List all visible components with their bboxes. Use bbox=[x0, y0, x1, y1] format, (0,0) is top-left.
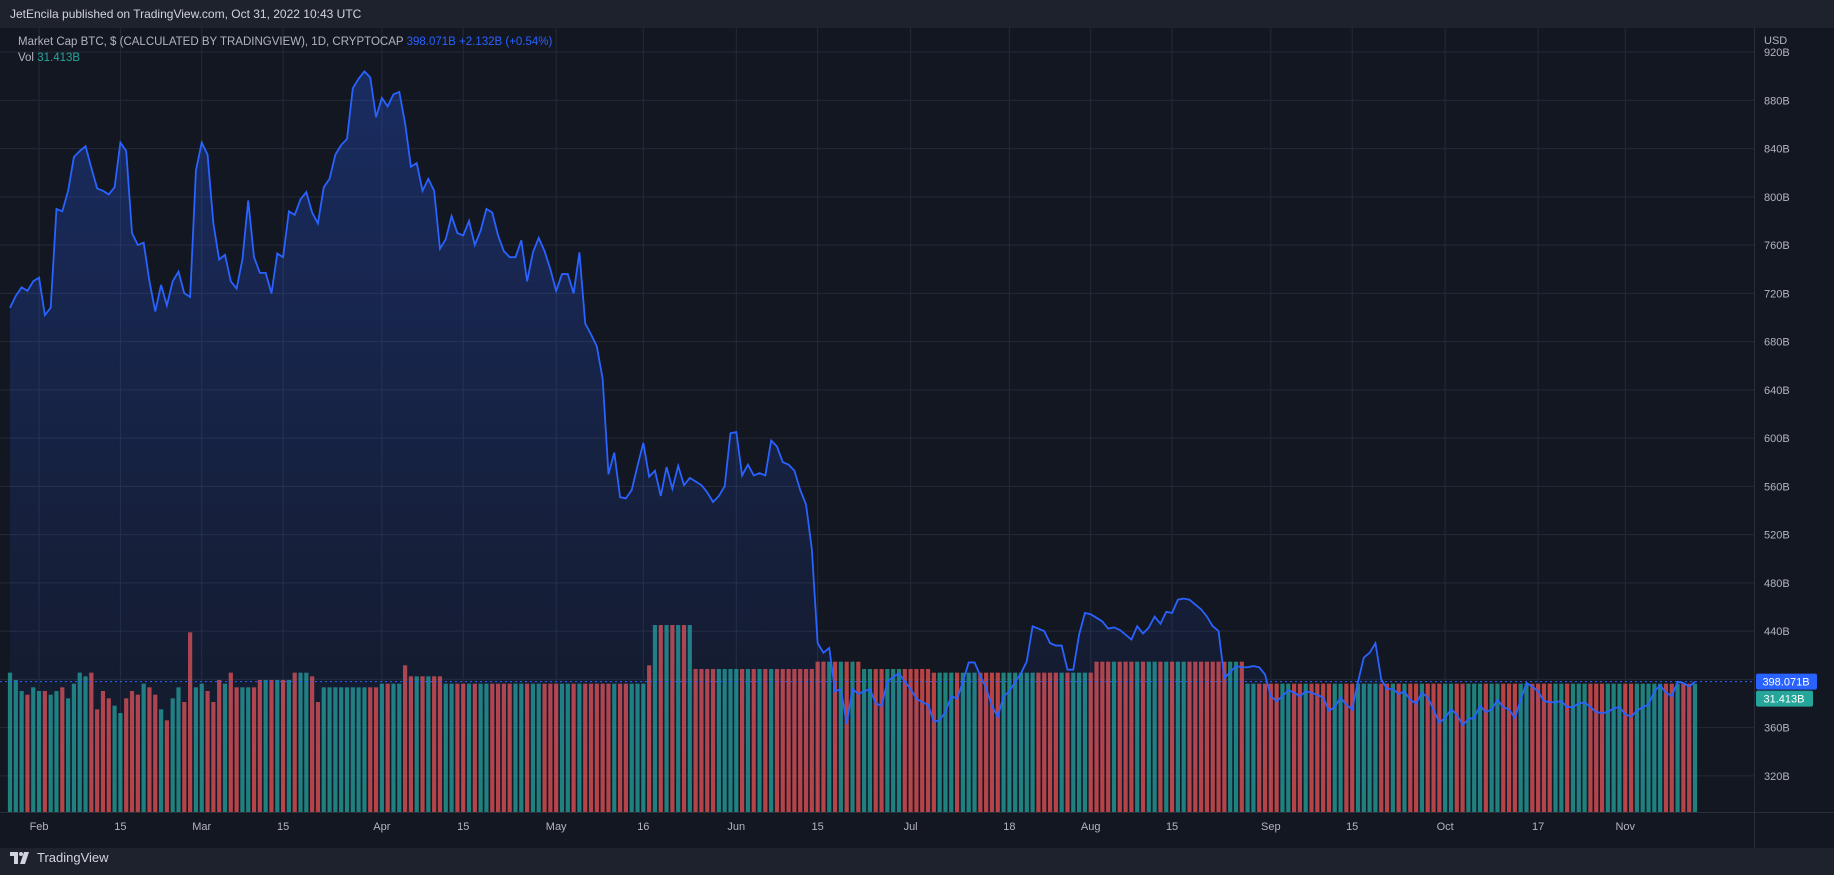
time-tick-label: Feb bbox=[30, 821, 49, 833]
legend-change: +2.132B (+0.54%) bbox=[459, 36, 553, 48]
last-price-label: 398.071B bbox=[1762, 677, 1809, 689]
tradingview-logo-icon bbox=[10, 851, 29, 864]
time-tick-label: 15 bbox=[812, 821, 824, 833]
chart-legend: Market Cap BTC, $ (CALCULATED BY TRADING… bbox=[18, 34, 552, 66]
symbol-name: Market Cap BTC, $ (CALCULATED BY TRADING… bbox=[18, 36, 404, 48]
time-tick-label: Jul bbox=[904, 821, 918, 833]
time-tick-label: Apr bbox=[373, 821, 390, 833]
legend-last-value: 398.071B bbox=[406, 36, 456, 48]
legend-main-row: Market Cap BTC, $ (CALCULATED BY TRADING… bbox=[18, 34, 552, 50]
price-tick-label: 800B bbox=[1764, 192, 1790, 204]
price-tick-label: 320B bbox=[1764, 771, 1790, 783]
time-tick-label: Aug bbox=[1081, 821, 1101, 833]
price-tick-label: 680B bbox=[1764, 337, 1790, 349]
price-volume-chart[interactable]: 320B360B400B440B480B520B560B600B640B680B… bbox=[0, 28, 1834, 848]
publisher-text: JetEncila published on TradingView.com, … bbox=[10, 7, 362, 21]
time-tick-label: 15 bbox=[457, 821, 469, 833]
price-tick-label: 560B bbox=[1764, 481, 1790, 493]
price-tick-label: 440B bbox=[1764, 626, 1790, 638]
last-price-tag: 398.071B bbox=[1756, 673, 1817, 690]
currency-label: USD bbox=[1764, 35, 1787, 47]
price-tick-label: 840B bbox=[1764, 144, 1790, 156]
legend-volume-row: Vol 31.413B bbox=[18, 50, 552, 66]
price-tick-label: 920B bbox=[1764, 47, 1790, 59]
price-tick-label: 880B bbox=[1764, 95, 1790, 107]
price-tick-label: 760B bbox=[1764, 240, 1790, 252]
time-axis: Feb 15 Mar 15 Apr 15 May 16 Jun 15 Jul 18 Aug 15 Sep 15… bbox=[30, 821, 1636, 833]
time-tick-label: 15 bbox=[1346, 821, 1358, 833]
legend-volume-value: 31.413B bbox=[37, 52, 81, 64]
time-tick-label: 15 bbox=[114, 821, 126, 833]
time-tick-label: May bbox=[546, 821, 567, 833]
price-axis: 320B360B400B440B480B520B560B600B640B680B… bbox=[1764, 47, 1790, 783]
time-tick-label: Nov bbox=[1615, 821, 1635, 833]
price-axis-separator bbox=[1754, 28, 1755, 848]
price-tick-label: 520B bbox=[1764, 530, 1790, 542]
time-tick-label: Mar bbox=[192, 821, 211, 833]
price-tick-label: 480B bbox=[1764, 578, 1790, 590]
time-tick-label: 15 bbox=[277, 821, 289, 833]
time-tick-label: Oct bbox=[1437, 821, 1454, 833]
chart-pane[interactable]: 320B360B400B440B480B520B560B600B640B680B… bbox=[0, 28, 1834, 848]
time-tick-label: 15 bbox=[1166, 821, 1178, 833]
price-tick-label: 720B bbox=[1764, 288, 1790, 300]
time-tick-label: 18 bbox=[1003, 821, 1015, 833]
time-axis-separator bbox=[0, 812, 1834, 813]
volume-label: Vol bbox=[18, 52, 34, 64]
time-tick-label: 16 bbox=[637, 821, 649, 833]
price-tick-label: 640B bbox=[1764, 385, 1790, 397]
market-cap-area bbox=[10, 71, 1695, 813]
last-volume-label: 31.413B bbox=[1764, 694, 1805, 706]
brand-name: TradingView bbox=[37, 850, 109, 865]
time-tick-label: Jun bbox=[727, 821, 745, 833]
time-tick-label: 17 bbox=[1532, 821, 1544, 833]
footer-bar bbox=[0, 848, 1834, 875]
publish-header: JetEncila published on TradingView.com, … bbox=[0, 0, 1834, 28]
tradingview-logo[interactable]: TradingView bbox=[10, 850, 109, 865]
last-volume-tag: 31.413B bbox=[1756, 690, 1813, 707]
time-tick-label: Sep bbox=[1261, 821, 1281, 833]
price-tick-label: 600B bbox=[1764, 433, 1790, 445]
price-tick-label: 360B bbox=[1764, 723, 1790, 735]
